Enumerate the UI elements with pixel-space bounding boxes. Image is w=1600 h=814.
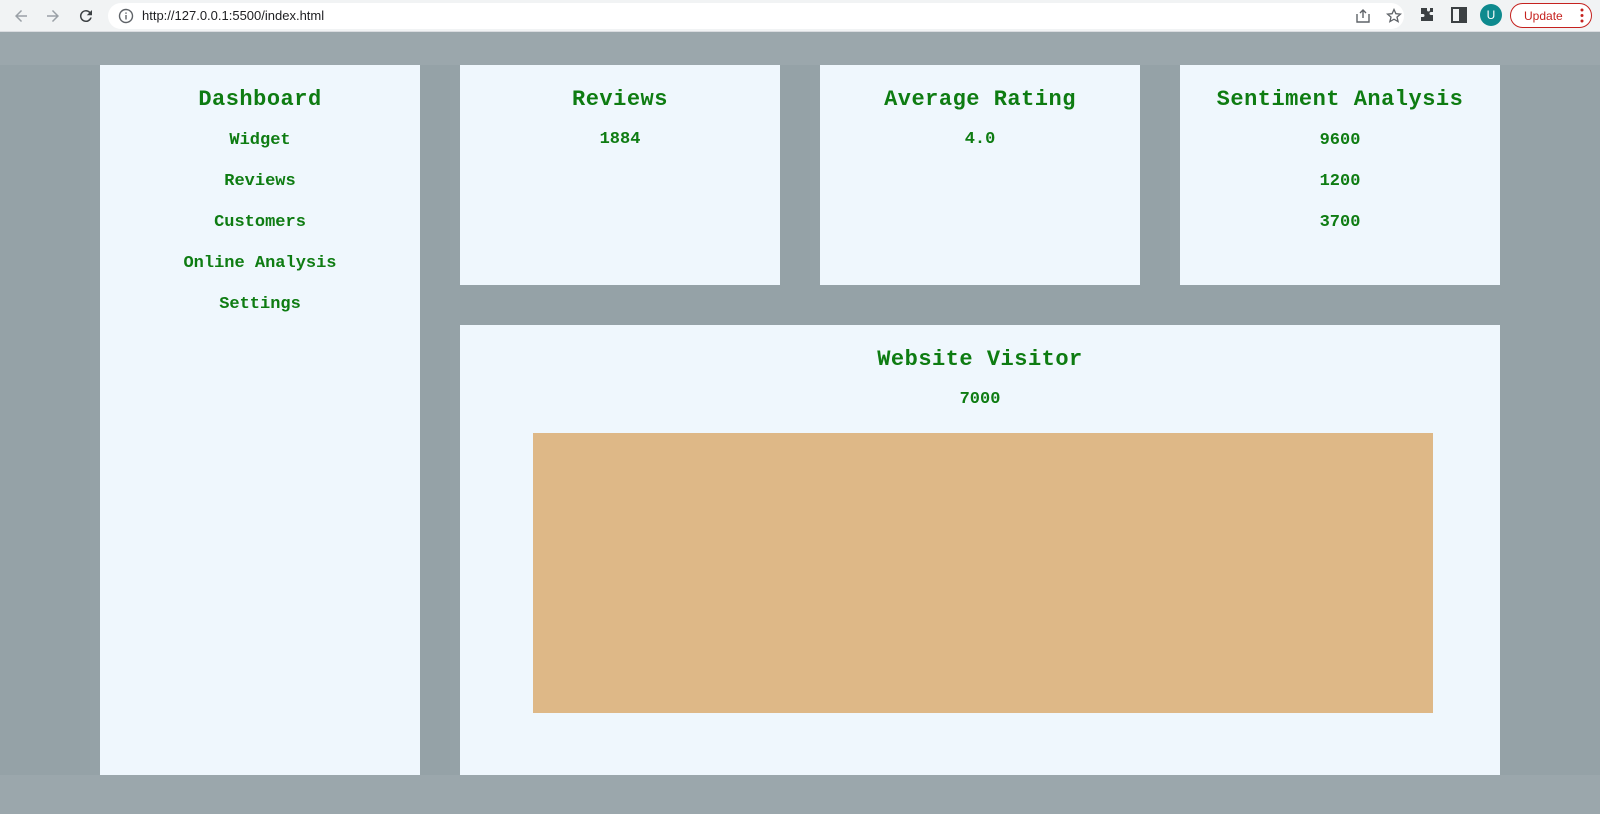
side-panel-icon[interactable] <box>1449 5 1469 25</box>
forward-button[interactable] <box>41 4 65 28</box>
update-button[interactable]: Update <box>1510 3 1592 28</box>
average-rating-value: 4.0 <box>964 130 996 149</box>
update-label: Update <box>1524 8 1563 23</box>
sidebar-item-online-analysis[interactable]: Online Analysis <box>100 243 420 284</box>
website-visitor-title: Website Visitor <box>877 347 1083 372</box>
reviews-value: 1884 <box>599 130 641 149</box>
arrow-left-icon <box>15 10 27 22</box>
sidebar-title: Dashboard <box>198 87 322 112</box>
sidebar: Dashboard Widget Reviews Customers Onlin… <box>100 65 420 775</box>
sidebar-item-customers[interactable]: Customers <box>100 202 420 243</box>
website-visitor-card: Website Visitor 7000 <box>460 325 1500 775</box>
more-vert-icon <box>1580 8 1584 23</box>
sidebar-item-widget[interactable]: Widget <box>100 120 420 161</box>
bottom-band <box>0 775 1600 814</box>
share-icon[interactable] <box>1355 8 1371 24</box>
address-bar[interactable]: http://127.0.0.1:5500/index.html <box>108 3 1404 29</box>
sentiment-values: 9600 1200 3700 <box>1180 120 1500 243</box>
avatar[interactable]: U <box>1480 4 1502 26</box>
sentiment-analysis-card: Sentiment Analysis 9600 1200 3700 <box>1180 65 1500 285</box>
top-band <box>0 32 1600 65</box>
back-button[interactable] <box>9 4 33 28</box>
sentiment-analysis-title: Sentiment Analysis <box>1216 87 1464 112</box>
reload-icon <box>79 10 92 23</box>
website-visitor-value: 7000 <box>959 390 1001 409</box>
star-icon[interactable] <box>1386 8 1402 24</box>
reviews-card: Reviews 1884 <box>460 65 780 285</box>
url-text[interactable]: http://127.0.0.1:5500/index.html <box>142 8 324 23</box>
reviews-title: Reviews <box>572 87 668 112</box>
arrow-right-icon <box>47 10 59 22</box>
average-rating-card: Average Rating 4.0 <box>820 65 1140 285</box>
info-icon[interactable] <box>118 8 134 24</box>
sidebar-item-reviews[interactable]: Reviews <box>100 161 420 202</box>
sentiment-value: 9600 <box>1319 131 1361 150</box>
browser-toolbar: http://127.0.0.1:5500/index.html U Updat… <box>0 0 1600 32</box>
sentiment-value: 3700 <box>1319 213 1361 232</box>
extensions-icon[interactable] <box>1417 5 1437 25</box>
visitor-chart-area <box>533 433 1433 713</box>
average-rating-title: Average Rating <box>884 87 1076 112</box>
sentiment-value: 1200 <box>1319 172 1361 191</box>
sidebar-item-settings[interactable]: Settings <box>100 284 420 325</box>
sidebar-menu: Widget Reviews Customers Online Analysis… <box>100 120 420 325</box>
reload-button[interactable] <box>74 4 98 28</box>
